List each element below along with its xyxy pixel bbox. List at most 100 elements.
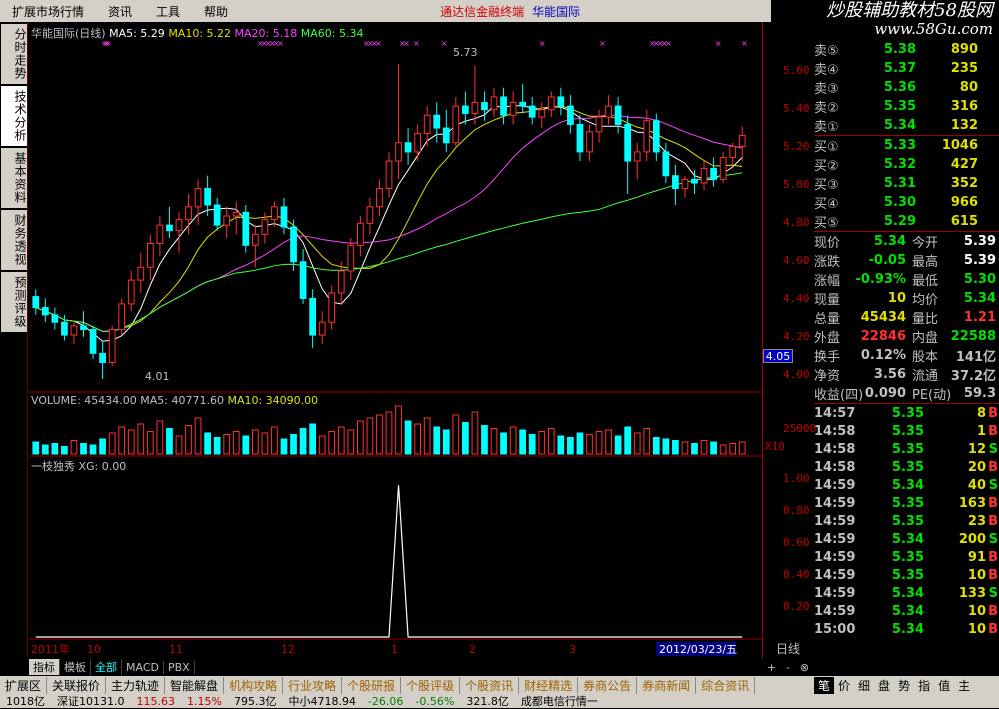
info-tab[interactable]: 券商新闻: [637, 676, 697, 694]
ask-row: 卖⑤ 5.38 890: [814, 40, 999, 59]
kline-chart[interactable]: 5.73 4.01 2011年 10 11 12 1 2 3 2012/03/23/五××× ×…: [29, 22, 762, 658]
tab-fundamentals[interactable]: 基本资料: [1, 148, 27, 208]
bid-row: 买② 5.32 427: [814, 155, 999, 174]
info-tab[interactable]: 主力轨迹: [106, 676, 166, 694]
bid-label: 买④: [814, 197, 839, 212]
candle-body: [108, 329, 116, 364]
bid-row: 买③ 5.31 352: [814, 174, 999, 193]
tab-technical-analysis[interactable]: 技术分析: [1, 86, 27, 146]
volume-bar: [137, 423, 145, 455]
volume-bar: [318, 435, 326, 455]
candle-body: [376, 188, 383, 208]
info-tab[interactable]: 综合资讯: [696, 676, 756, 694]
stat-value: 22846: [860, 329, 906, 344]
bid-price: 5.32: [883, 157, 916, 172]
candle-body: [32, 296, 40, 309]
info-tab[interactable]: 关联报价: [47, 676, 107, 694]
info-tab[interactable]: 机构攻略: [224, 676, 284, 694]
menu-item-help[interactable]: 帮助: [192, 3, 240, 20]
price-tick: 4.20: [783, 330, 810, 343]
menu-item-news[interactable]: 资讯: [96, 3, 144, 20]
info-tab[interactable]: 个股资讯: [460, 676, 520, 694]
tab-indicator[interactable]: 指标: [29, 659, 60, 675]
info-tab[interactable]: 行业攻略: [283, 676, 343, 694]
info-tab[interactable]: 智能解盘: [165, 676, 225, 694]
candle-body: [80, 325, 87, 331]
signal-marker: ×: [403, 39, 410, 48]
tab-template[interactable]: 模板: [60, 659, 91, 675]
info-tab[interactable]: 个股评级: [401, 676, 461, 694]
quote-tab[interactable]: 价: [834, 677, 854, 694]
tab-all[interactable]: 全部: [91, 659, 122, 675]
ask-row: 卖① 5.34 132: [814, 116, 999, 135]
volume-bar: [376, 414, 383, 455]
signal-marker: ×: [375, 39, 382, 48]
stat-value: 5.34: [873, 234, 906, 249]
quote-tab[interactable]: 值: [934, 677, 954, 694]
tab-pbx[interactable]: PBX: [164, 660, 195, 674]
volume-bar: [471, 411, 479, 455]
volume-bar: [89, 444, 97, 455]
tab-macd[interactable]: MACD: [122, 660, 164, 674]
candle-body: [366, 206, 374, 224]
tick-time: 15:00: [814, 621, 856, 637]
volume-bar: [127, 429, 135, 455]
date-cursor-label: 2012/03/23/五: [659, 643, 737, 656]
period-label[interactable]: 日线: [762, 640, 814, 658]
tick-volume: 10: [967, 603, 986, 619]
candle-body: [146, 242, 154, 268]
quote-tab[interactable]: 笔: [814, 676, 835, 694]
volume-bar: [108, 432, 116, 455]
volume-bar: [605, 429, 612, 455]
tab-financials[interactable]: 财务透视: [1, 210, 27, 270]
candle-body: [442, 127, 450, 144]
info-tab[interactable]: 财经精选: [519, 676, 579, 694]
volume-bar: [395, 405, 402, 455]
tick-time: 14:59: [814, 567, 856, 583]
volume-bar: [404, 420, 412, 455]
volume-ma5: MA5: 40771.60: [140, 394, 224, 407]
info-tab[interactable]: 券商公告: [578, 676, 638, 694]
zoom-in-button[interactable]: +: [767, 661, 776, 674]
volume-bar: [452, 414, 460, 455]
tick-direction: S: [988, 477, 998, 493]
ask-label: 卖③: [814, 82, 839, 97]
volume-bar: [691, 443, 698, 455]
quote-tab[interactable]: 细: [854, 677, 874, 694]
zoom-out-button[interactable]: -: [786, 661, 790, 674]
stat-label: 股本: [912, 350, 939, 365]
candle-body: [423, 114, 431, 135]
stat-value: -0.93%: [855, 272, 907, 287]
tick-time: 14:59: [814, 495, 856, 511]
info-tab[interactable]: 扩展区: [0, 676, 48, 694]
ask-price: 5.36: [883, 80, 916, 95]
stat-value: 10: [887, 291, 906, 306]
tab-forecast-rating[interactable]: 预测评级: [1, 272, 27, 332]
volume-bar: [99, 438, 106, 455]
stat-value: 141亿: [955, 350, 996, 365]
quote-tab-bar: 笔价细盘势指值主: [814, 676, 999, 694]
status-amount: 1018亿: [6, 695, 45, 708]
volume-bar: [586, 434, 593, 455]
tick-price: 5.35: [891, 441, 924, 457]
tick-price: 5.35: [891, 567, 924, 583]
quote-tab[interactable]: 盘: [874, 677, 894, 694]
volume-ma10: MA10: 34090.00: [227, 394, 319, 407]
stat-row: 现量 10 均价 5.34: [814, 289, 999, 308]
menu-item-tools[interactable]: 工具: [144, 3, 192, 20]
tab-intraday[interactable]: 分时走势: [1, 24, 27, 84]
tick-direction: S: [988, 441, 998, 457]
quote-tab[interactable]: 指: [914, 677, 934, 694]
quote-tab[interactable]: 势: [894, 677, 914, 694]
close-icon[interactable]: ⊗: [800, 661, 809, 674]
info-tab[interactable]: 个股研报: [342, 676, 402, 694]
quote-tab[interactable]: 主: [954, 677, 974, 694]
volume-bar: [146, 431, 154, 455]
tick-direction: B: [988, 567, 998, 583]
volume-bar: [166, 428, 173, 455]
stat-label: 换手: [814, 350, 841, 365]
bid-volume: 427: [950, 157, 978, 172]
trade-tick-row: 14:59 5.35 91 B: [814, 548, 999, 566]
volume-bar: [528, 434, 536, 455]
menu-item-extended-market[interactable]: 扩展市场行情: [0, 3, 96, 20]
